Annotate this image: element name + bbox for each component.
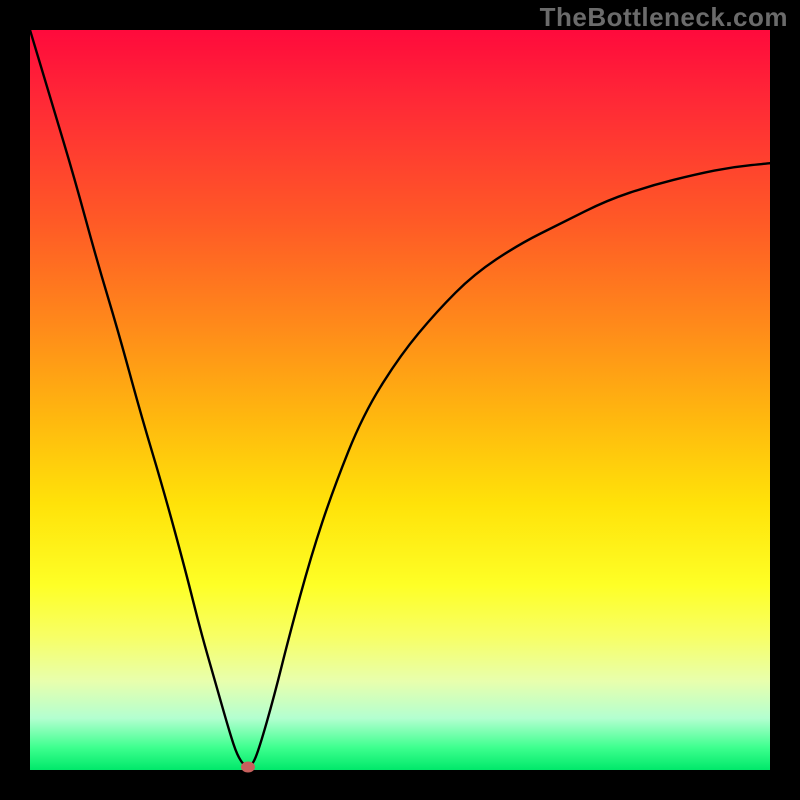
chart-frame: TheBottleneck.com [0, 0, 800, 800]
watermark-text: TheBottleneck.com [540, 2, 788, 33]
plot-area [30, 30, 770, 770]
bottleneck-curve [30, 30, 770, 766]
curve-svg [30, 30, 770, 770]
minimum-marker [241, 762, 255, 773]
